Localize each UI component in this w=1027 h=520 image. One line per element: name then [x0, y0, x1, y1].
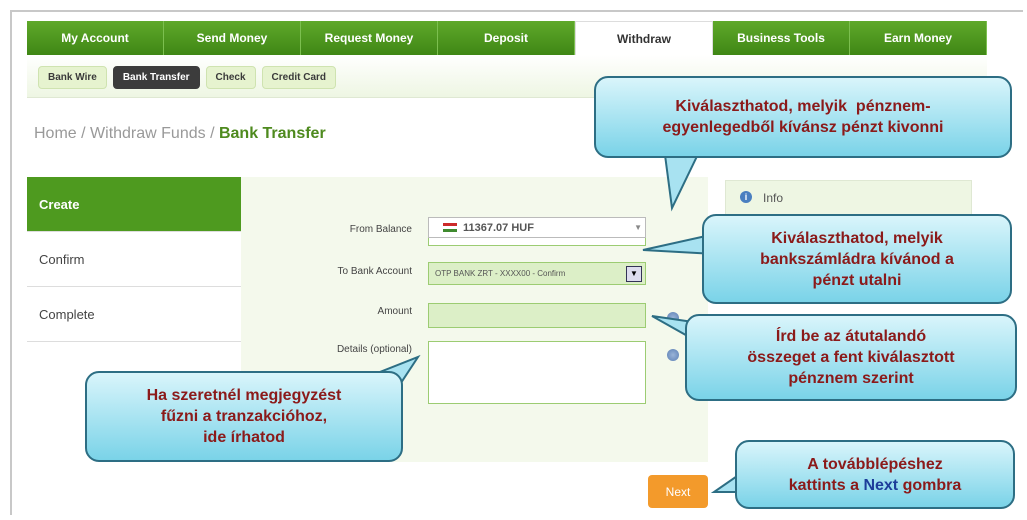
callout-line: ide írhatod — [203, 429, 285, 446]
callout-text: gombra — [898, 476, 962, 494]
callout-next: A továbblépéshez kattints a Next gombra — [735, 440, 1015, 509]
callout-line: kattints a Next gombra — [737, 475, 1013, 496]
callout-balance: Kiválaszthatod, melyik pénznem- egyenleg… — [594, 76, 1012, 158]
callout-amount: Írd be az átutalandó összeget a fent kiv… — [685, 314, 1017, 401]
callout-next-word: Next — [863, 476, 899, 494]
callout-line: Írd be az átutalandó — [775, 328, 927, 345]
callout-bank-account: Kiválaszthatod, melyik bankszámládra kív… — [702, 214, 1012, 304]
callout-text: kattints a — [788, 476, 864, 494]
callout-line: Kiválaszthatod, melyik — [771, 229, 943, 247]
callout-line: összeget a fent kiválasztott — [747, 349, 955, 366]
callout-line: A továbblépéshez — [807, 455, 943, 473]
callout-details: Ha szeretnél megjegyzést fűzni a tranzak… — [85, 371, 403, 462]
callout-line: pénzt utalni — [812, 271, 902, 289]
callout-line: Ha szeretnél megjegyzést — [146, 387, 342, 404]
callout-line: pénznem szerint — [788, 370, 914, 387]
callout-line: bankszámládra kívánod a — [760, 250, 954, 268]
callout-line: fűzni a tranzakcióhoz, — [160, 408, 328, 425]
callout-line: egyenlegedből kívánsz pénzt kivonni — [662, 119, 944, 136]
callout-line: Kiválaszthatod, melyik pénznem- — [675, 98, 931, 115]
